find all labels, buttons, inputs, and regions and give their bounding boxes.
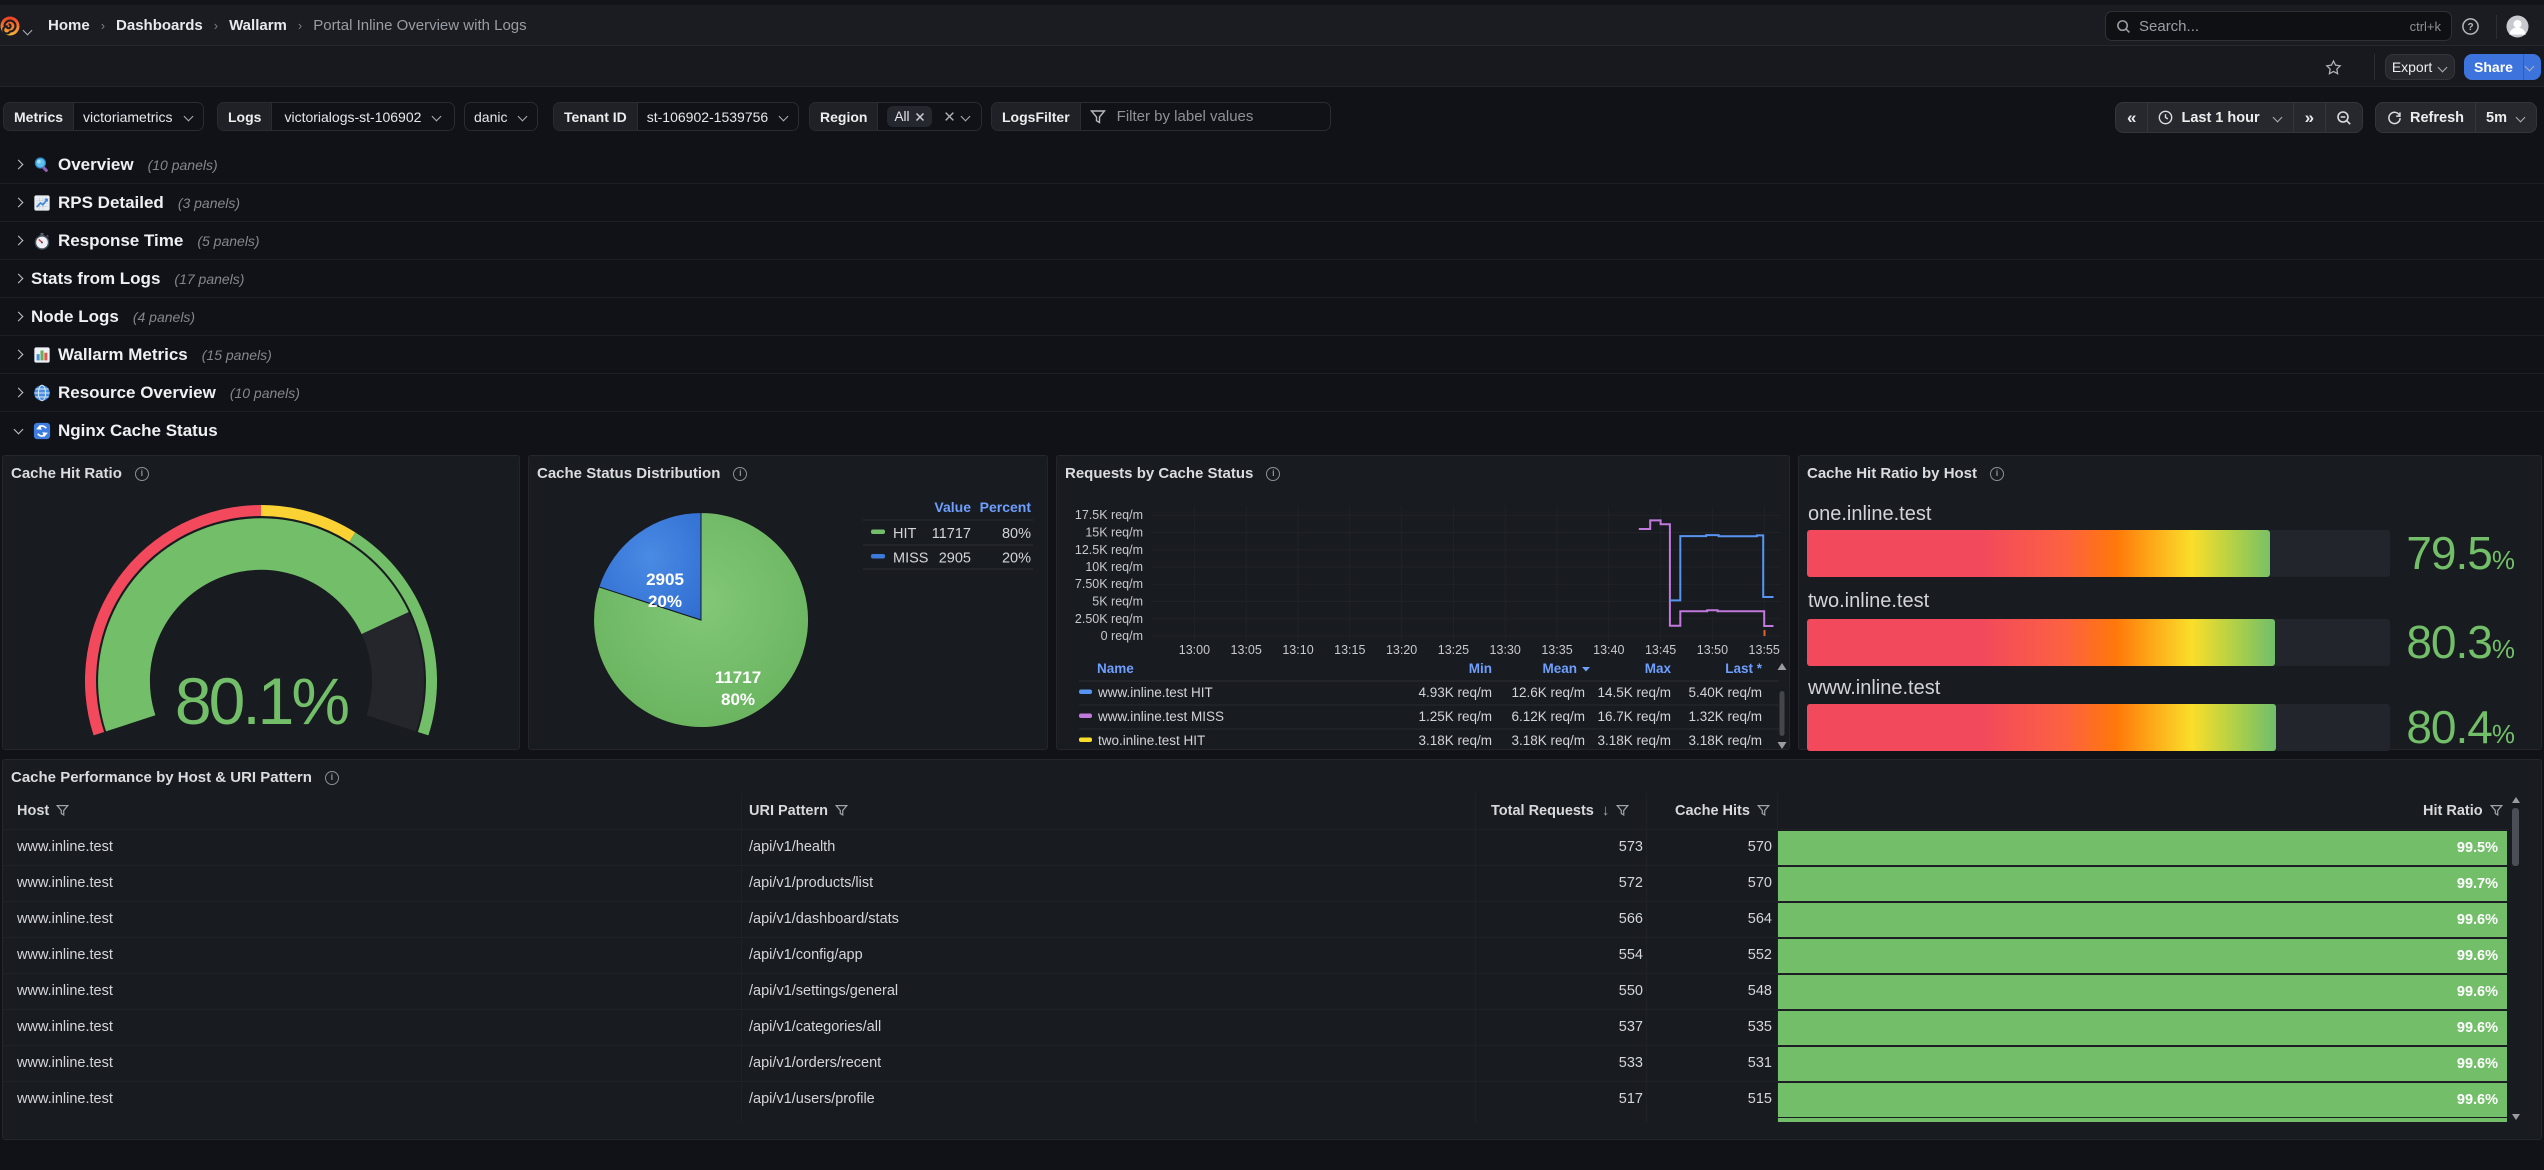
svg-text:13:40: 13:40 (1593, 643, 1624, 657)
svg-text:80.1%: 80.1% (175, 664, 348, 738)
svg-text:3.18K req/m: 3.18K req/m (1597, 733, 1671, 748)
svg-text:Min: Min (1469, 661, 1492, 676)
svg-text:17.5K req/m: 17.5K req/m (1075, 508, 1143, 522)
svg-text:Name: Name (1097, 661, 1134, 676)
svg-text:7.50K req/m: 7.50K req/m (1075, 577, 1143, 591)
svg-text:13:25: 13:25 (1438, 643, 1469, 657)
svg-text:13:50: 13:50 (1697, 643, 1728, 657)
svg-text:5K req/m: 5K req/m (1092, 595, 1143, 609)
svg-text:1.25K req/m: 1.25K req/m (1418, 709, 1492, 724)
svg-text:Percent: Percent (980, 499, 1032, 515)
svg-text:Last *: Last * (1725, 661, 1763, 676)
svg-text:13:55: 13:55 (1749, 643, 1780, 657)
svg-text:HIT: HIT (893, 526, 917, 542)
svg-text:20%: 20% (648, 592, 682, 611)
svg-text:2.50K req/m: 2.50K req/m (1075, 612, 1143, 626)
svg-text:13:30: 13:30 (1490, 643, 1521, 657)
svg-text:two.inline.test HIT: two.inline.test HIT (1098, 733, 1205, 748)
svg-text:1.32K req/m: 1.32K req/m (1688, 709, 1762, 724)
svg-text:80%: 80% (721, 690, 755, 709)
svg-text:14.5K req/m: 14.5K req/m (1597, 685, 1671, 700)
svg-text:80%: 80% (1002, 526, 1031, 542)
svg-text:15K req/m: 15K req/m (1085, 526, 1143, 540)
svg-text:4.93K req/m: 4.93K req/m (1418, 685, 1492, 700)
svg-text:MISS: MISS (893, 551, 928, 567)
svg-text:2905: 2905 (939, 551, 971, 567)
svg-text:13:20: 13:20 (1386, 643, 1417, 657)
svg-text:11717: 11717 (932, 526, 971, 542)
svg-text:0 req/m: 0 req/m (1101, 629, 1143, 643)
svg-text:?: ? (2467, 22, 2473, 33)
svg-text:6.12K req/m: 6.12K req/m (1511, 709, 1585, 724)
svg-text:12.5K req/m: 12.5K req/m (1075, 543, 1143, 557)
svg-text:2905: 2905 (646, 570, 684, 589)
svg-text:Value: Value (934, 499, 971, 515)
svg-text:13:10: 13:10 (1282, 643, 1313, 657)
svg-text:Max: Max (1645, 661, 1672, 676)
svg-text:3.18K req/m: 3.18K req/m (1511, 733, 1585, 748)
svg-text:13:00: 13:00 (1179, 643, 1210, 657)
svg-text:11717: 11717 (715, 668, 761, 687)
svg-text:13:05: 13:05 (1231, 643, 1262, 657)
svg-text:www.inline.test HIT: www.inline.test HIT (1097, 685, 1213, 700)
svg-text:10K req/m: 10K req/m (1085, 560, 1143, 574)
svg-text:Mean: Mean (1542, 661, 1577, 676)
svg-text:13:15: 13:15 (1334, 643, 1365, 657)
svg-text:12.6K req/m: 12.6K req/m (1511, 685, 1585, 700)
svg-text:www.inline.test MISS: www.inline.test MISS (1097, 709, 1224, 724)
svg-text:13:45: 13:45 (1645, 643, 1676, 657)
svg-text:3.18K req/m: 3.18K req/m (1418, 733, 1492, 748)
svg-text:16.7K req/m: 16.7K req/m (1597, 709, 1671, 724)
svg-text:20%: 20% (1002, 551, 1031, 567)
svg-text:5.40K req/m: 5.40K req/m (1688, 685, 1762, 700)
svg-text:3.18K req/m: 3.18K req/m (1688, 733, 1762, 748)
svg-text:13:35: 13:35 (1541, 643, 1572, 657)
